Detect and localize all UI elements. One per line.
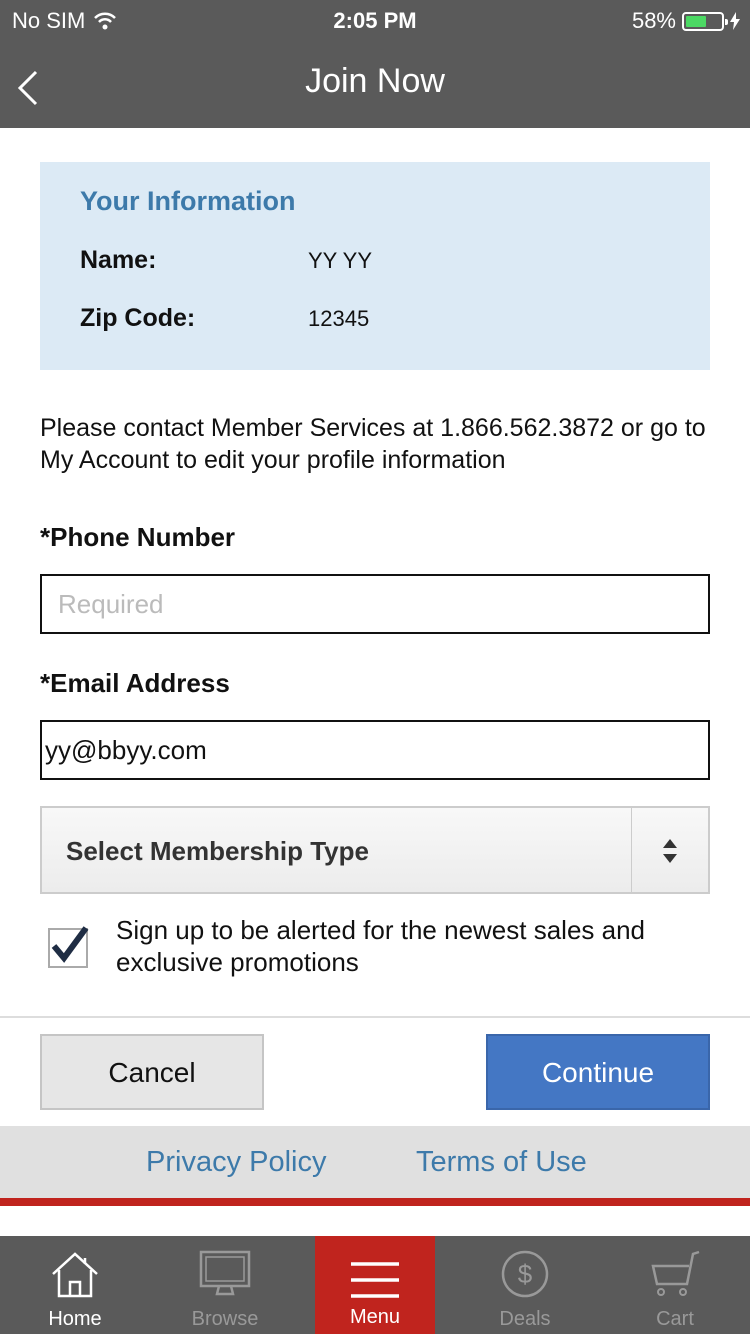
privacy-policy-link[interactable]: Privacy Policy	[146, 1146, 327, 1179]
dollar-icon: $	[501, 1250, 549, 1298]
tab-cart[interactable]: Cart	[600, 1236, 750, 1334]
tab-home[interactable]: Home	[0, 1236, 150, 1334]
zip-label: Zip Code:	[80, 304, 196, 332]
monitor-icon	[199, 1250, 251, 1296]
tab-bar: Home Browse Menu $ Deals Cart	[0, 1236, 750, 1334]
footer-links: Privacy Policy Terms of Use	[0, 1126, 750, 1198]
battery-icon	[682, 11, 728, 31]
zip-value: 12345	[308, 306, 370, 331]
battery-group: 58%	[632, 8, 740, 34]
home-icon	[52, 1252, 98, 1298]
tab-menu[interactable]: Menu	[315, 1236, 435, 1334]
your-information-panel: Your Information Name: YY YY Zip Code: 1…	[40, 162, 710, 370]
cancel-button[interactable]: Cancel	[40, 1034, 264, 1110]
hamburger-icon	[351, 1262, 399, 1298]
membership-type-select[interactable]: Select Membership Type	[40, 806, 710, 894]
divider	[0, 1016, 750, 1018]
up-down-arrows-icon	[663, 839, 677, 863]
page-title: Join Now	[305, 62, 445, 100]
battery-fill	[686, 15, 706, 27]
nav-bar: Join Now	[0, 40, 750, 128]
name-value: YY YY	[308, 248, 373, 273]
email-input[interactable]	[40, 720, 710, 780]
tab-browse-label: Browse	[191, 1308, 259, 1330]
tab-home-label: Home	[48, 1308, 102, 1330]
svg-text:$: $	[518, 1259, 533, 1289]
phone-input[interactable]	[40, 574, 710, 634]
name-label: Name:	[80, 246, 157, 274]
alerts-checkbox-label: Sign up to be alerted for the newest sal…	[116, 915, 646, 977]
tab-menu-label: Menu	[349, 1306, 401, 1328]
brand-red-bar	[0, 1198, 750, 1206]
tab-browse[interactable]: Browse	[150, 1236, 300, 1334]
terms-of-use-link[interactable]: Terms of Use	[416, 1146, 587, 1179]
email-label: *Email Address	[40, 668, 230, 698]
phone-label: *Phone Number	[40, 522, 236, 552]
cart-icon	[651, 1250, 700, 1296]
alerts-checkbox[interactable]	[48, 926, 89, 968]
membership-select-value: Select Membership Type	[66, 836, 369, 866]
continue-button[interactable]: Continue	[486, 1034, 710, 1110]
battery-cap	[725, 18, 728, 25]
tab-cart-label: Cart	[656, 1308, 694, 1330]
select-divider	[631, 808, 632, 894]
tab-deals[interactable]: $ Deals	[450, 1236, 600, 1334]
battery-percent: 58%	[631, 8, 676, 33]
status-bar: No SIM 2:05 PM 58%	[0, 0, 750, 40]
charging-bolt-icon	[730, 12, 740, 30]
checkmark-icon	[51, 926, 89, 963]
tab-deals-label: Deals	[499, 1308, 551, 1330]
contact-note: Please contact Member Services at 1.866.…	[40, 414, 706, 474]
info-heading: Your Information	[80, 186, 296, 216]
